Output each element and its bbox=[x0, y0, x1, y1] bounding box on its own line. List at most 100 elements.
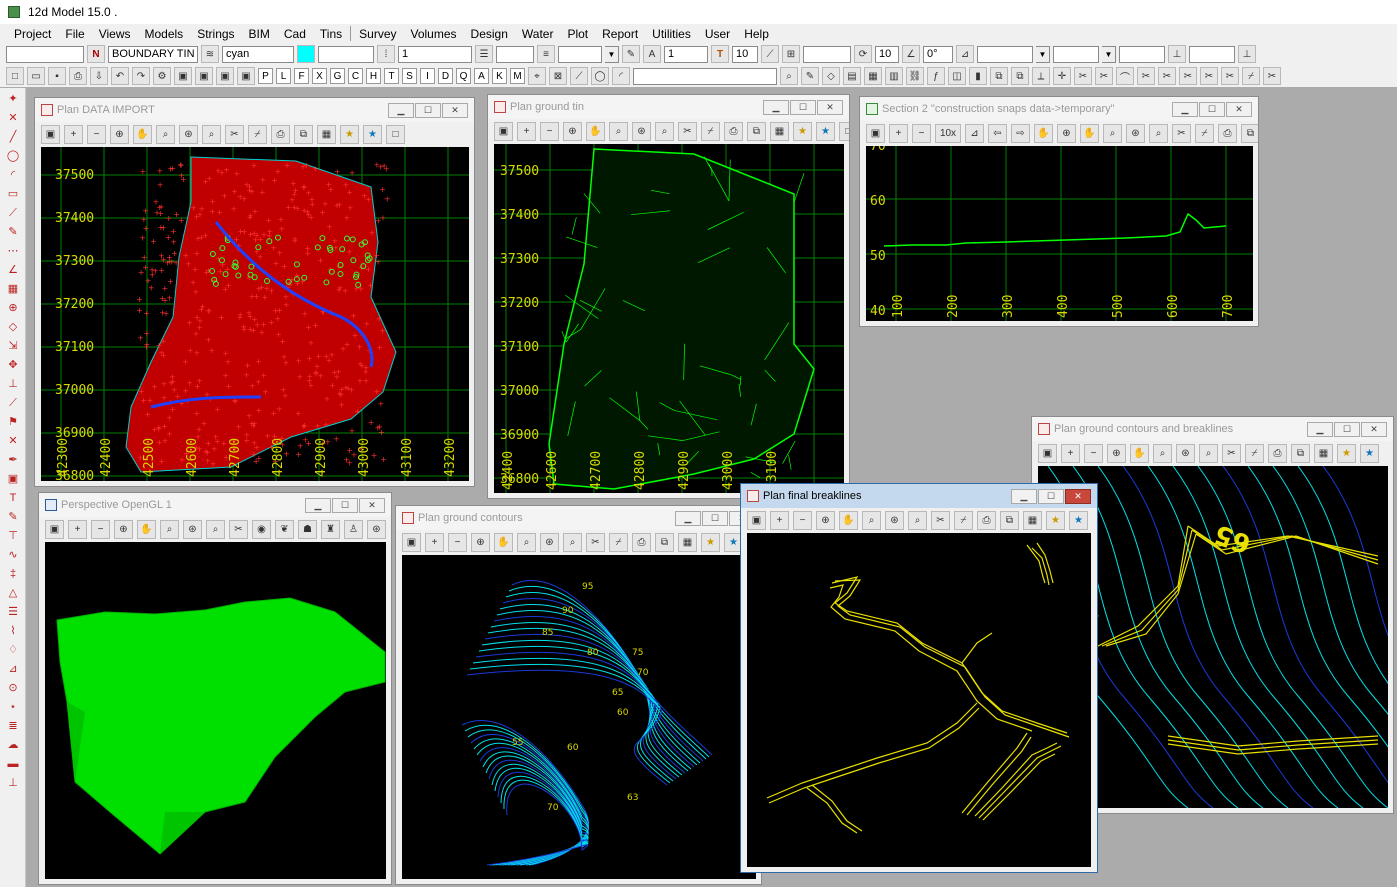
split-icon[interactable]: ⊤ bbox=[4, 529, 22, 544]
maximize-button[interactable]: ☐ bbox=[1199, 101, 1225, 117]
snap-grid-icon[interactable]: ⊠ bbox=[549, 67, 567, 85]
view-icon[interactable]: ▣ bbox=[402, 533, 421, 552]
justify-field[interactable] bbox=[803, 45, 851, 63]
zoom-out-icon[interactable]: − bbox=[448, 533, 467, 552]
zoom-in-icon[interactable]: + bbox=[1061, 444, 1080, 463]
line-icon[interactable]: ╱ bbox=[4, 130, 22, 145]
snap-line-icon[interactable]: ⟋ bbox=[570, 67, 588, 85]
zoom-window-icon[interactable]: ⌕ bbox=[1103, 124, 1122, 143]
window-title-bar[interactable]: Plan DATA IMPORT ▁ ☐ ✕ bbox=[35, 98, 474, 122]
maximize-button[interactable]: ☐ bbox=[332, 497, 358, 513]
cut-c-icon[interactable]: ✂ bbox=[1158, 67, 1176, 85]
function-icon[interactable]: ƒ bbox=[927, 67, 945, 85]
breaklines-canvas[interactable] bbox=[747, 533, 1091, 867]
plan-canvas[interactable]: + + + + + + + + + + + + + + + + + + + + + + + + + + + + + + + + + + + + + + + +… bbox=[41, 147, 469, 481]
copy-icon[interactable]: ⧉ bbox=[990, 67, 1008, 85]
maximize-button[interactable]: ☐ bbox=[1334, 421, 1360, 437]
report-icon[interactable]: ▤ bbox=[843, 67, 861, 85]
dimension-icon[interactable]: ⊥ bbox=[4, 377, 22, 392]
zoom-out-icon[interactable]: − bbox=[1084, 444, 1103, 463]
zoom-window-icon[interactable]: ⌕ bbox=[1153, 444, 1172, 463]
brush-icon[interactable]: ⌿ bbox=[1242, 67, 1260, 85]
star-icon[interactable]: ★ bbox=[701, 533, 720, 552]
print-icon[interactable]: ⎙ bbox=[724, 122, 743, 141]
height-icon[interactable]: ⊥ bbox=[1168, 45, 1186, 63]
snap-a[interactable]: A bbox=[474, 68, 489, 84]
menu-strings[interactable]: Strings bbox=[197, 27, 234, 41]
angle-a-field[interactable]: 10 bbox=[875, 45, 899, 63]
zoom-fit-icon[interactable]: ⌕ bbox=[202, 125, 221, 144]
steering-wheel-icon[interactable]: ⊛ bbox=[367, 520, 386, 539]
zoom-out-icon[interactable]: − bbox=[87, 125, 106, 144]
snap-p[interactable]: P bbox=[258, 68, 273, 84]
window-title-bar[interactable]: Section 2 "construction snaps data->temp… bbox=[860, 97, 1258, 121]
zoom-window-icon[interactable]: ⌕ bbox=[609, 122, 628, 141]
section-icon[interactable]: ⊿ bbox=[4, 662, 22, 677]
close-button[interactable]: ✕ bbox=[359, 497, 385, 513]
tools-icon[interactable]: ✂ bbox=[586, 533, 605, 552]
tools-icon[interactable]: ✂ bbox=[229, 520, 248, 539]
pin-icon[interactable]: ⊥ bbox=[4, 776, 22, 791]
print-icon[interactable]: ⎙ bbox=[69, 67, 87, 85]
zoom-out-icon[interactable]: − bbox=[91, 520, 110, 539]
zoom-extent-icon[interactable]: ⊛ bbox=[1126, 124, 1145, 143]
print-icon[interactable]: ⎙ bbox=[977, 511, 996, 530]
colour-swatch[interactable] bbox=[297, 45, 315, 63]
snap-x[interactable]: X bbox=[312, 68, 327, 84]
layers-icon[interactable]: ◫ bbox=[948, 67, 966, 85]
zoom-icon[interactable]: ⊕ bbox=[471, 533, 490, 552]
brush-icon[interactable]: ⌿ bbox=[609, 533, 628, 552]
exaggeration-button[interactable]: 10x bbox=[935, 124, 961, 143]
text-style-icon[interactable]: A bbox=[643, 45, 661, 63]
brush-icon[interactable]: ⌿ bbox=[1195, 124, 1214, 143]
pan-icon[interactable]: ✋ bbox=[1080, 124, 1099, 143]
close-button[interactable]: ✕ bbox=[1361, 421, 1387, 437]
polyline-icon[interactable]: ⟋ bbox=[4, 206, 22, 221]
level-field[interactable] bbox=[1053, 45, 1099, 63]
pan-icon[interactable]: ✋ bbox=[133, 125, 152, 144]
crosshair-icon[interactable]: ✛ bbox=[1053, 67, 1071, 85]
fence-icon[interactable]: ‡ bbox=[4, 567, 22, 582]
window-title-bar[interactable]: Plan ground contours ▁☐✕ bbox=[396, 506, 761, 530]
zoom-window-icon[interactable]: ⌕ bbox=[862, 511, 881, 530]
minimize-button[interactable]: ▁ bbox=[388, 102, 414, 118]
angle-icon[interactable]: ∠ bbox=[902, 45, 920, 63]
arrow-right-icon[interactable]: ⇨ bbox=[1011, 124, 1030, 143]
angle-b-field[interactable]: 0° bbox=[923, 45, 953, 63]
text-icon[interactable]: T bbox=[711, 45, 729, 63]
pick-icon[interactable]: ✋ bbox=[1034, 124, 1053, 143]
star-blue-icon[interactable]: ★ bbox=[363, 125, 382, 144]
tools-icon[interactable]: ✂ bbox=[931, 511, 950, 530]
print-icon[interactable]: ⎙ bbox=[632, 533, 651, 552]
settings-icon[interactable]: ⚙ bbox=[153, 67, 171, 85]
menu-survey[interactable]: Survey bbox=[359, 27, 396, 41]
copy-icon[interactable]: ⧉ bbox=[747, 122, 766, 141]
window-title-bar[interactable]: Perspective OpenGL 1 ▁ ☐ ✕ bbox=[39, 493, 391, 517]
chainage-field[interactable] bbox=[1189, 45, 1235, 63]
zoom-icon[interactable]: ⊕ bbox=[1057, 124, 1076, 143]
table-icon[interactable]: ▦ bbox=[864, 67, 882, 85]
zoom-fit-icon[interactable]: ⌕ bbox=[655, 122, 674, 141]
cross-icon[interactable]: ✕ bbox=[4, 111, 22, 126]
zoom-extent-icon[interactable]: ⊛ bbox=[540, 533, 559, 552]
pen-icon[interactable]: ✒ bbox=[4, 453, 22, 468]
window-icon[interactable]: □ bbox=[839, 122, 849, 141]
wand-icon[interactable]: ⋆ bbox=[4, 700, 22, 715]
section-svg[interactable]: 70 60 50 40 100 200 300 400 500 600 700 bbox=[866, 146, 1253, 321]
snap-s[interactable]: S bbox=[402, 68, 417, 84]
snap-c[interactable]: C bbox=[348, 68, 363, 84]
pan-icon[interactable]: ✋ bbox=[586, 122, 605, 141]
chevron-down-icon[interactable]: ▼ bbox=[1102, 45, 1116, 63]
grid-icon[interactable]: ▦ bbox=[1023, 511, 1042, 530]
view-delete-icon[interactable]: ▣ bbox=[237, 67, 255, 85]
width-field[interactable] bbox=[496, 45, 534, 63]
undo-icon[interactable]: ↶ bbox=[111, 67, 129, 85]
snap-mode-icon[interactable]: ⌖ bbox=[528, 67, 546, 85]
pen-icon[interactable]: ✎ bbox=[622, 45, 640, 63]
grid-icon[interactable]: ▦ bbox=[1314, 444, 1333, 463]
menu-volumes[interactable]: Volumes bbox=[411, 27, 457, 41]
ruler-icon[interactable]: ⟋ bbox=[761, 45, 779, 63]
zoom-out-icon[interactable]: − bbox=[912, 124, 931, 143]
view-folder-icon[interactable]: ▣ bbox=[174, 67, 192, 85]
move-icon[interactable]: ⇲ bbox=[4, 339, 22, 354]
